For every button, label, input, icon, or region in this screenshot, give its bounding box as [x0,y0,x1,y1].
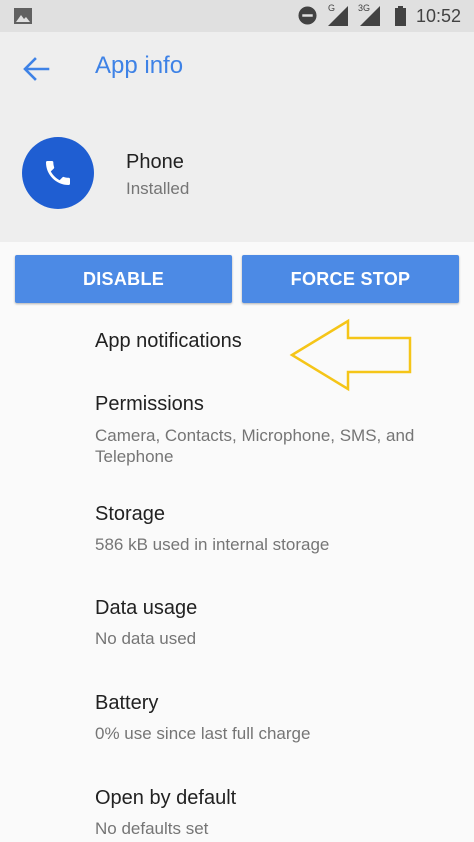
disable-button[interactable]: DISABLE [15,255,232,303]
force-stop-button[interactable]: FORCE STOP [242,255,459,303]
app-header [0,32,474,242]
app-name: Phone [126,151,184,173]
open-by-default-item[interactable]: Open by default [95,787,236,810]
signal-3g-label: 3G [358,3,371,13]
phone-app-icon [22,137,94,209]
storage-summary: 586 kB used in internal storage [95,535,330,554]
do-not-disturb-icon [298,6,317,25]
data-usage-summary: No data used [95,629,197,648]
annotation-arrow-icon [289,318,412,392]
open-by-default-summary: No defaults set [95,819,209,838]
storage-item[interactable]: Storage [95,503,165,526]
phone-handset-icon [46,161,70,185]
battery-icon [395,6,406,26]
permissions-summary: Camera, Contacts, Microphone, SMS, and T… [95,426,415,466]
app-install-status: Installed [126,179,190,198]
app-notifications-item[interactable]: App notifications [95,330,242,353]
image-notification-icon [14,8,32,24]
battery-summary: 0% use since last full charge [95,724,311,743]
status-time: 10:52 [416,6,462,26]
permissions-item[interactable]: Permissions [95,393,204,416]
data-usage-item[interactable]: Data usage [95,597,197,620]
battery-item[interactable]: Battery [95,692,158,715]
signal-type-label: G [328,3,336,13]
status-bar: G 3G 10:52 [0,0,474,32]
back-arrow-icon[interactable] [22,56,50,82]
page-title: App info [95,52,184,79]
